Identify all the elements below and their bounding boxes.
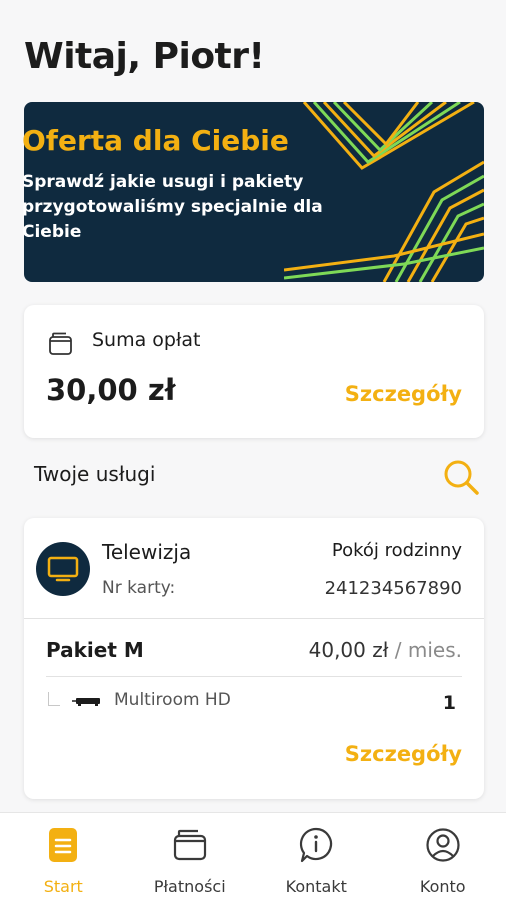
service-details-link[interactable]: Szczegóły (345, 742, 462, 766)
tree-connector (48, 692, 60, 706)
set-top-box-icon (72, 698, 100, 706)
payment-summary-label: Suma opłat (92, 329, 201, 351)
tv-icon (36, 542, 90, 596)
divider (24, 618, 484, 619)
divider (46, 676, 462, 677)
summary-details-link[interactable]: Szczegóły (345, 382, 462, 406)
nav-item-contact[interactable]: Kontakt (253, 813, 380, 900)
search-icon[interactable] (442, 458, 480, 496)
service-card-television[interactable]: Telewizja Pokój rodzinny Nr karty: 24123… (24, 518, 484, 799)
info-chat-icon (300, 827, 333, 863)
document-icon (49, 828, 78, 862)
package-name: Pakiet M (46, 638, 144, 662)
page-title: Witaj, Piotr! (24, 36, 265, 77)
nav-label-payments: Płatności (153, 877, 226, 896)
wallet-icon (49, 332, 72, 355)
wallet-icon (173, 829, 206, 861)
bottom-navigation: Start Płatności Kontakt Konto (0, 812, 506, 900)
nav-label-contact: Kontakt (285, 877, 347, 896)
package-price-period: / mies. (388, 638, 462, 662)
nav-item-start[interactable]: Start (0, 813, 127, 900)
card-number-value: 241234567890 (324, 578, 462, 599)
service-name: Telewizja (102, 540, 192, 564)
nav-item-payments[interactable]: Płatności (127, 813, 254, 900)
payment-summary-amount: 30,00 zł (46, 373, 176, 407)
nav-label-account: Konto (419, 877, 466, 896)
service-room: Pokój rodzinny (331, 540, 462, 561)
services-section-title: Twoje usługi (34, 462, 156, 486)
package-price-amount: 40,00 zł (308, 638, 389, 662)
banner-title: Oferta dla Ciebie (22, 124, 289, 157)
nav-item-account[interactable]: Konto (380, 813, 506, 900)
nav-label-start: Start (43, 877, 83, 896)
payment-summary-card: Suma opłat 30,00 zł Szczegóły (24, 305, 484, 438)
addon-name: Multiroom HD (114, 690, 231, 710)
package-price: 40,00 zł / mies. (309, 638, 462, 662)
banner-text: Sprawdź jakie usugi i pakiety przygotowa… (22, 172, 323, 242)
card-number-label: Nr karty: (102, 578, 176, 598)
user-icon (426, 828, 460, 862)
addon-quantity: 1 (442, 692, 456, 714)
